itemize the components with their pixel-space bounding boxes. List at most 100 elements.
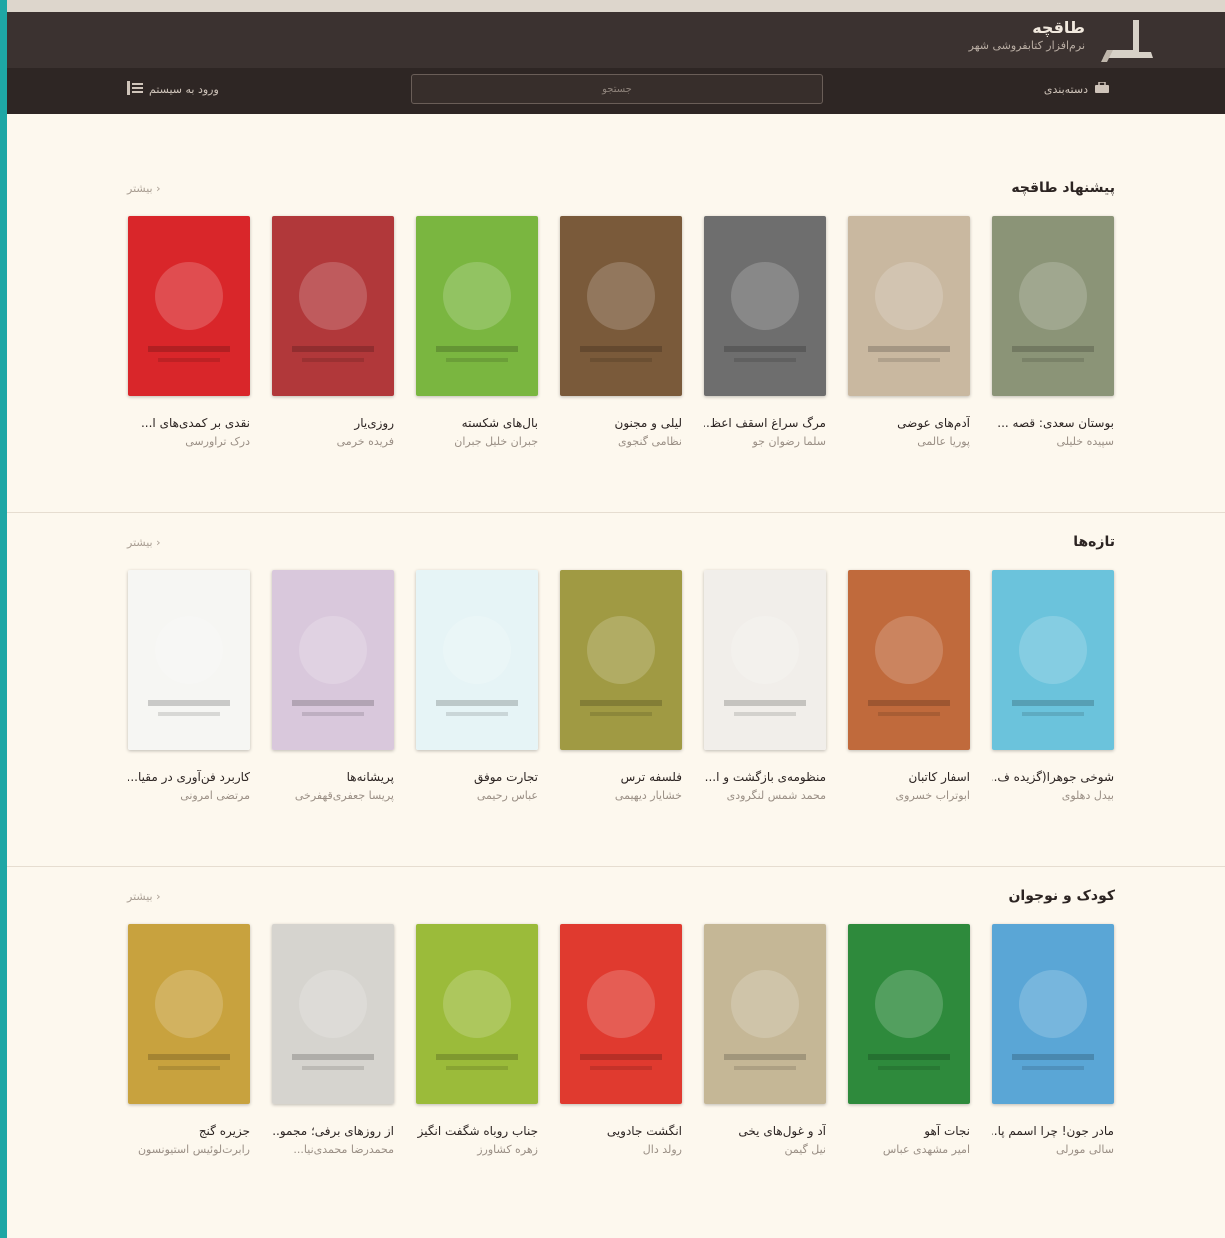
book-author[interactable]: محمدرضا محمدی‌نیا... — [272, 1143, 394, 1156]
book-cover[interactable] — [560, 570, 682, 750]
section-title: کودک و نوجوان — [1008, 888, 1115, 904]
book-cover[interactable] — [416, 216, 538, 396]
book-title[interactable]: مادر جون! چرا اسمم پا... — [992, 1124, 1114, 1138]
book-card[interactable]: بوستان سعدی: قصه ... سپیده خلیلی — [992, 216, 1114, 448]
book-title[interactable]: جناب روباه شگفت انگیز — [416, 1124, 538, 1138]
book-cover[interactable] — [416, 924, 538, 1104]
book-cover[interactable] — [128, 216, 250, 396]
book-card[interactable]: کاربرد فن‌آوری در مقیا... مرتضی امرونی — [128, 570, 250, 802]
book-card[interactable]: پریشانه‌ها پریسا جعفری‌قهفرخی — [272, 570, 394, 802]
book-cover[interactable] — [848, 216, 970, 396]
book-author[interactable]: پوریا عالمی — [848, 435, 970, 448]
book-cover[interactable] — [992, 216, 1114, 396]
book-cover[interactable] — [128, 570, 250, 750]
book-cover[interactable] — [848, 924, 970, 1104]
book-author[interactable]: نظامی گنجوی — [560, 435, 682, 448]
book-title[interactable]: روزی‌یار — [272, 416, 394, 430]
book-author[interactable]: محمد شمس لنگرودی — [704, 789, 826, 802]
book-title[interactable]: بال‌های شکسته — [416, 416, 538, 430]
left-accent-bar — [0, 0, 7, 1238]
book-cover[interactable] — [704, 924, 826, 1104]
categories-label: دسته‌بندی — [1043, 83, 1088, 96]
section-divider — [7, 866, 1225, 867]
book-author[interactable]: رولد دال — [560, 1143, 682, 1156]
book-title[interactable]: شوخی جوهرا(گزیده ف... — [992, 770, 1114, 784]
book-card[interactable]: شوخی جوهرا(گزیده ف... بیدل دهلوی — [992, 570, 1114, 802]
book-title[interactable]: اسفار کاتبان — [848, 770, 970, 784]
book-author[interactable]: رابرت‌لوئیس استیونسون — [128, 1143, 250, 1156]
book-cover[interactable] — [560, 216, 682, 396]
book-title[interactable]: مرگ سراغ اسقف اعظ... — [704, 416, 826, 430]
book-author[interactable]: پریسا جعفری‌قهفرخی — [272, 789, 394, 802]
book-author[interactable]: جبران خلیل جبران — [416, 435, 538, 448]
book-author[interactable]: خشایار دیهیمی — [560, 789, 682, 802]
book-cover[interactable] — [992, 570, 1114, 750]
book-cover[interactable] — [704, 570, 826, 750]
book-author[interactable]: بیدل دهلوی — [992, 789, 1114, 802]
book-card[interactable]: لیلی و مجنون نظامی گنجوی — [560, 216, 682, 448]
book-card[interactable]: آد و غول‌های یخی نیل گیمن — [704, 924, 826, 1156]
book-card[interactable]: مادر جون! چرا اسمم پا... سالی مورلی — [992, 924, 1114, 1156]
book-author[interactable]: زهره کشاورز — [416, 1143, 538, 1156]
book-card[interactable]: جزیره گنج رابرت‌لوئیس استیونسون — [128, 924, 250, 1156]
book-author[interactable]: ابوتراب خسروی — [848, 789, 970, 802]
login-button[interactable]: ورود به سیستم — [127, 81, 219, 98]
book-title[interactable]: لیلی و مجنون — [560, 416, 682, 430]
book-author[interactable]: فریده خرمی — [272, 435, 394, 448]
categories-icon — [1094, 81, 1110, 97]
book-cover[interactable] — [992, 924, 1114, 1104]
book-cover[interactable] — [272, 570, 394, 750]
book-card[interactable]: اسفار کاتبان ابوتراب خسروی — [848, 570, 970, 802]
more-link[interactable]: ‹ بیشتر — [127, 890, 161, 903]
book-card[interactable]: از روزهای برفی؛ مجمو... محمدرضا محمدی‌نیا… — [272, 924, 394, 1156]
book-card[interactable]: نجات آهو امیر مشهدی عباس — [848, 924, 970, 1156]
book-card[interactable]: تجارت موفق عباس رحیمی — [416, 570, 538, 802]
taaghche-logo-icon[interactable] — [1093, 12, 1163, 68]
book-cover[interactable] — [128, 924, 250, 1104]
book-title[interactable]: انگشت جادویی — [560, 1124, 682, 1138]
book-cover[interactable] — [704, 216, 826, 396]
app-header: طاقچه نرم‌افزار کتابفروشی شهر — [7, 12, 1225, 68]
categories-button[interactable]: دسته‌بندی — [1043, 81, 1110, 97]
book-cover[interactable] — [416, 570, 538, 750]
login-label: ورود به سیستم — [149, 83, 219, 96]
book-card[interactable]: انگشت جادویی رولد دال — [560, 924, 682, 1156]
book-title[interactable]: نجات آهو — [848, 1124, 970, 1138]
book-cover[interactable] — [848, 570, 970, 750]
book-author[interactable]: امیر مشهدی عباس — [848, 1143, 970, 1156]
search-input[interactable]: جستجو — [411, 74, 823, 104]
book-card[interactable]: روزی‌یار فریده خرمی — [272, 216, 394, 448]
book-author[interactable]: مرتضی امرونی — [128, 789, 250, 802]
book-title[interactable]: آدم‌های عوضی — [848, 416, 970, 430]
book-card[interactable]: بال‌های شکسته جبران خلیل جبران — [416, 216, 538, 448]
more-link[interactable]: ‹ بیشتر — [127, 182, 161, 195]
book-title[interactable]: نقدی بر کمدی‌های ا... — [128, 416, 250, 430]
book-title[interactable]: جزیره گنج — [128, 1124, 250, 1138]
book-title[interactable]: کاربرد فن‌آوری در مقیا... — [128, 770, 250, 784]
book-title[interactable]: پریشانه‌ها — [272, 770, 394, 784]
book-card[interactable]: جناب روباه شگفت انگیز زهره کشاورز — [416, 924, 538, 1156]
book-title[interactable]: منظومه‌ی بازگشت و ا... — [704, 770, 826, 784]
book-author[interactable]: سپیده خلیلی — [992, 435, 1114, 448]
section-title: تازه‌ها — [1073, 534, 1115, 550]
book-title[interactable]: تجارت موفق — [416, 770, 538, 784]
book-author[interactable]: درک تراورسی — [128, 435, 250, 448]
more-link[interactable]: ‹ بیشتر — [127, 536, 161, 549]
book-card[interactable]: مرگ سراغ اسقف اعظ... سلما رضوان جو — [704, 216, 826, 448]
book-title[interactable]: آد و غول‌های یخی — [704, 1124, 826, 1138]
more-link-label: بیشتر — [127, 890, 153, 903]
book-card[interactable]: نقدی بر کمدی‌های ا... درک تراورسی — [128, 216, 250, 448]
book-cover[interactable] — [560, 924, 682, 1104]
book-card[interactable]: آدم‌های عوضی پوریا عالمی — [848, 216, 970, 448]
book-title[interactable]: فلسفه ترس — [560, 770, 682, 784]
book-cover[interactable] — [272, 924, 394, 1104]
book-card[interactable]: منظومه‌ی بازگشت و ا... محمد شمس لنگرودی — [704, 570, 826, 802]
book-card[interactable]: فلسفه ترس خشایار دیهیمی — [560, 570, 682, 802]
book-author[interactable]: نیل گیمن — [704, 1143, 827, 1156]
book-author[interactable]: عباس رحیمی — [416, 789, 538, 802]
book-author[interactable]: سالی مورلی — [992, 1143, 1114, 1156]
book-title[interactable]: از روزهای برفی؛ مجمو... — [272, 1124, 394, 1138]
book-cover[interactable] — [272, 216, 394, 396]
book-author[interactable]: سلما رضوان جو — [704, 435, 826, 448]
book-title[interactable]: بوستان سعدی: قصه ... — [992, 416, 1114, 430]
